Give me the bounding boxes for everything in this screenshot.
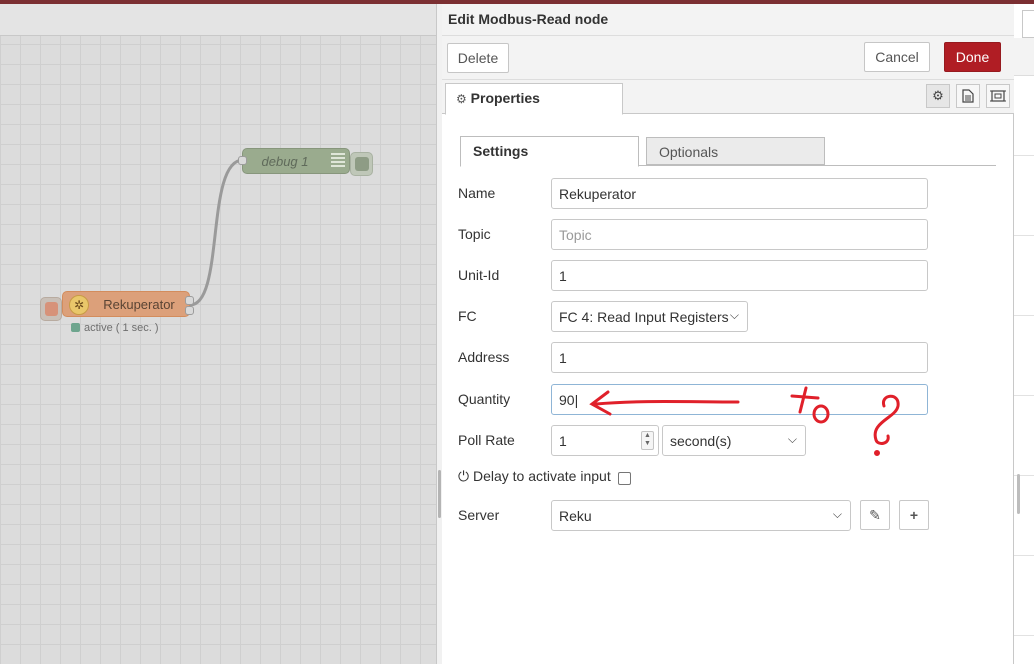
flow-canvas[interactable]: debug 1 ✲ Rekuperator active ( 1 sec. ): [0, 4, 436, 664]
topic-placeholder: Topic: [559, 227, 592, 243]
fc-select[interactable]: FC 4: Read Input Registers ⌵: [551, 301, 748, 332]
debug-message-row[interactable]: [1014, 556, 1034, 636]
tray-tabs: ⚙ Properties ⚙: [442, 80, 1014, 115]
address-input[interactable]: 1: [551, 342, 928, 373]
debug-message-row[interactable]: [1014, 156, 1034, 236]
debug-message-row[interactable]: [1014, 316, 1034, 396]
plus-icon: +: [909, 507, 919, 523]
fc-label: FC: [458, 308, 477, 324]
tray-toolbar: Delete Cancel Done: [442, 36, 1014, 80]
modbus-node-output-port-2[interactable]: [185, 306, 194, 315]
spinner-icon[interactable]: ▲ ▼: [641, 431, 654, 450]
delay-checkbox[interactable]: [618, 472, 631, 485]
debug-node[interactable]: debug 1: [242, 148, 350, 174]
pollrate-value: 1: [559, 433, 567, 449]
add-server-button[interactable]: +: [899, 500, 929, 530]
chevron-down-icon: ⌵: [832, 507, 842, 521]
node-status-text: active ( 1 sec. ): [84, 322, 159, 334]
pencil-icon: ✎: [869, 507, 881, 523]
server-value: Reku: [559, 508, 592, 524]
topic-input[interactable]: Topic: [551, 219, 928, 250]
pollrate-input[interactable]: 1 ▲ ▼: [551, 425, 659, 456]
server-select[interactable]: Reku ⌵: [551, 500, 851, 531]
debug-toggle-icon: [355, 157, 369, 171]
wire-layer: [189, 158, 244, 307]
unitid-input[interactable]: 1: [551, 260, 928, 291]
sidebar: [1014, 4, 1034, 664]
tab-properties[interactable]: ⚙ Properties: [445, 83, 623, 115]
pollrate-unit-select[interactable]: second(s) ⌵: [662, 425, 806, 456]
quantity-value: 90|: [559, 392, 579, 408]
modbus-node-output-port-1[interactable]: [185, 296, 194, 305]
status-dot-icon: [71, 323, 80, 332]
gear-icon: ⚙: [456, 92, 467, 106]
modbus-icon: ✲: [69, 295, 89, 315]
sidebar-header: [1014, 38, 1034, 76]
tab-properties-label: Properties: [470, 90, 540, 106]
name-label: Name: [458, 185, 496, 201]
chevron-down-icon: ⌵: [729, 308, 739, 322]
unitid-label: Unit-Id: [458, 267, 500, 283]
pollrate-unit-value: second(s): [670, 433, 732, 449]
tab-optionals[interactable]: Optionals: [646, 137, 825, 165]
edit-tray: Edit Modbus-Read node Delete Cancel Done…: [442, 4, 1014, 664]
done-button[interactable]: Done: [944, 42, 1001, 72]
modbus-read-node[interactable]: ✲ Rekuperator: [62, 291, 190, 317]
frame-icon[interactable]: [986, 84, 1010, 108]
debug-message-row[interactable]: [1014, 236, 1034, 316]
debug-node-input-port[interactable]: [238, 156, 247, 165]
unitid-value: 1: [559, 268, 567, 284]
sidebar-scrollbar[interactable]: [1017, 474, 1020, 514]
document-icon[interactable]: [956, 84, 980, 108]
sidebar-tab[interactable]: [1022, 10, 1034, 38]
debug-toggle-button[interactable]: [350, 152, 373, 176]
wire: [189, 158, 244, 307]
node-status: active ( 1 sec. ): [71, 322, 159, 334]
modbus-node-label: Rekuperator: [103, 297, 175, 312]
delay-label-text: Delay to activate input: [472, 468, 611, 484]
tray-title: Edit Modbus-Read node: [448, 11, 609, 27]
debug-message-row[interactable]: [1014, 396, 1034, 476]
settings-tabs: Settings Optionals: [460, 136, 996, 167]
topic-label: Topic: [458, 226, 491, 242]
quantity-input[interactable]: 90|: [551, 384, 928, 415]
chevron-down-icon: ⌵: [787, 432, 797, 446]
name-input[interactable]: Rekuperator: [551, 178, 928, 209]
name-value: Rekuperator: [559, 186, 637, 202]
edit-server-button[interactable]: ✎: [860, 500, 890, 530]
power-icon: ⏻: [458, 468, 470, 484]
debug-message-row[interactable]: [1014, 76, 1034, 156]
tab-settings[interactable]: Settings: [460, 136, 639, 167]
gear-icon[interactable]: ⚙: [926, 84, 950, 108]
server-label: Server: [458, 507, 500, 523]
debug-node-label: debug 1: [261, 154, 309, 169]
node-inject-button[interactable]: [40, 297, 62, 321]
address-label: Address: [458, 349, 510, 365]
inject-icon: [45, 302, 58, 316]
tray-header: Edit Modbus-Read node: [442, 4, 1014, 36]
splitter-grip-icon[interactable]: [438, 470, 441, 518]
delete-button[interactable]: Delete: [447, 43, 509, 73]
fc-value: FC 4: Read Input Registers: [559, 309, 729, 325]
quantity-label: Quantity: [458, 391, 511, 407]
pollrate-label: Poll Rate: [458, 432, 515, 448]
delay-label: ⏻ Delay to activate input: [458, 468, 611, 485]
list-icon: [331, 153, 345, 169]
address-value: 1: [559, 350, 567, 366]
cancel-button[interactable]: Cancel: [864, 42, 930, 72]
